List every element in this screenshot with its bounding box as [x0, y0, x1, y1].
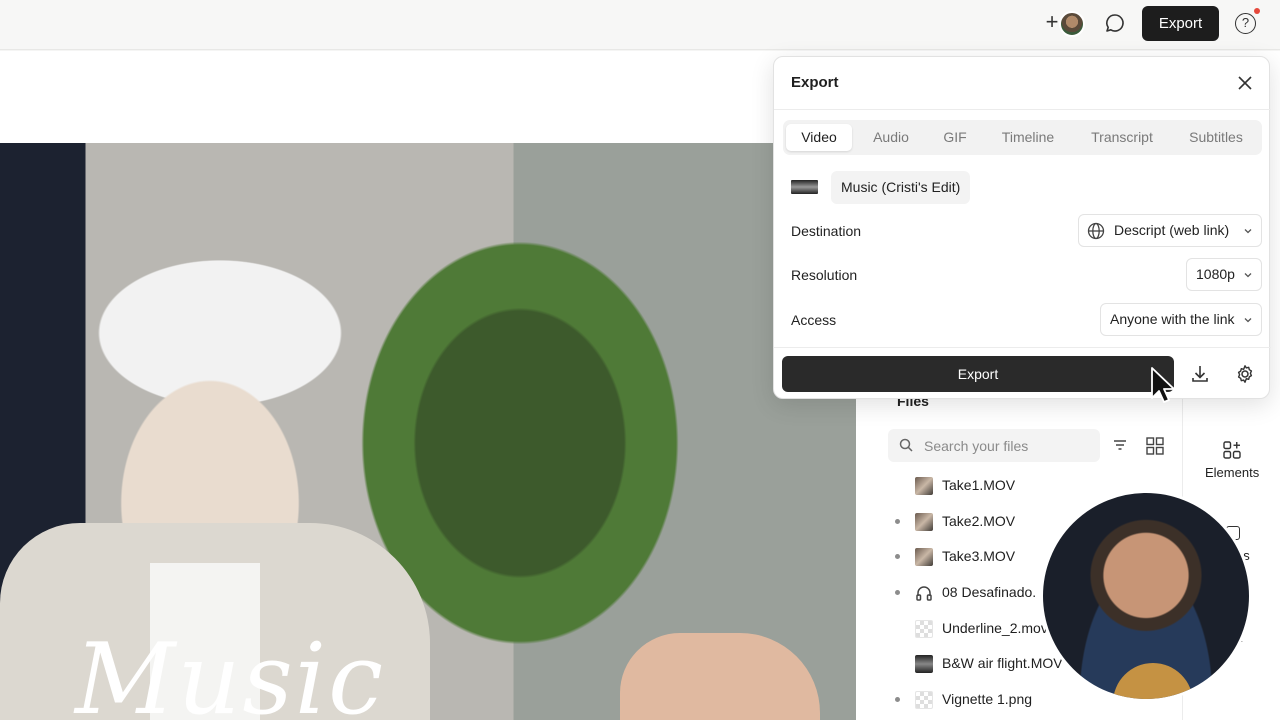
access-label: Access	[791, 312, 837, 328]
canvas-top-area	[0, 51, 856, 143]
dialog-export-button[interactable]: Export	[782, 356, 1174, 392]
grid-view-icon[interactable]	[1146, 437, 1164, 455]
access-value: Anyone with the link	[1110, 311, 1235, 327]
gear-icon[interactable]	[1235, 364, 1255, 384]
dialog-title: Export	[791, 74, 839, 91]
composition-name[interactable]: Music (Cristi's Edit)	[831, 171, 971, 204]
search-icon	[899, 438, 913, 452]
file-thumbnail	[915, 513, 933, 531]
headphones-icon	[916, 586, 932, 601]
top-bar: + Export ?	[0, 0, 1280, 50]
close-icon[interactable]	[1236, 74, 1254, 92]
file-name: B&W air flight.MOV	[942, 655, 1063, 671]
notification-dot	[1254, 8, 1260, 14]
chevron-down-icon	[1244, 273, 1252, 278]
file-name: Vignette 1.png	[942, 691, 1033, 707]
file-thumbnail	[915, 691, 933, 709]
tab-subtitles[interactable]: Subtitles	[1175, 124, 1257, 151]
divider	[774, 109, 1271, 110]
filter-icon[interactable]	[1113, 438, 1127, 452]
webcam-shirt	[1113, 663, 1193, 699]
tab-gif[interactable]: GIF	[930, 124, 980, 151]
file-name: 08 Desafinado.	[942, 584, 1037, 600]
mouse-cursor-icon	[1151, 367, 1175, 403]
export-button[interactable]: Export	[1142, 6, 1219, 41]
video-subject-hand	[620, 633, 820, 720]
destination-select[interactable]: Descript (web link)	[1078, 214, 1262, 247]
unused-dot	[895, 519, 900, 524]
file-thumbnail	[915, 548, 933, 566]
files-search-input[interactable]: Search your files	[888, 429, 1100, 462]
avatar[interactable]	[1059, 11, 1085, 37]
elements-icon[interactable]	[1223, 441, 1241, 459]
file-name: Take3.MOV	[942, 548, 1016, 564]
download-icon[interactable]	[1190, 364, 1210, 384]
webcam-overlay	[1040, 490, 1252, 702]
file-thumbnail	[915, 620, 933, 638]
file-thumbnail	[915, 655, 933, 673]
access-select[interactable]: Anyone with the link	[1100, 303, 1262, 336]
resolution-select[interactable]: 1080p	[1186, 258, 1262, 291]
file-name: Take2.MOV	[942, 513, 1016, 529]
search-placeholder: Search your files	[924, 438, 1029, 454]
help-icon[interactable]: ?	[1235, 13, 1256, 34]
tab-audio[interactable]: Audio	[860, 124, 922, 151]
resolution-value: 1080p	[1196, 266, 1235, 282]
export-dialog: Export Video Audio GIF Timeline Transcri…	[773, 56, 1271, 399]
composition-thumbnail	[791, 180, 818, 194]
divider	[774, 347, 1271, 348]
comment-icon[interactable]	[1104, 12, 1126, 34]
chevron-down-icon	[1244, 318, 1252, 323]
tab-transcript[interactable]: Transcript	[1077, 124, 1167, 151]
globe-icon	[1087, 222, 1105, 240]
unused-dot	[895, 554, 900, 559]
video-caption: Music	[75, 623, 385, 720]
file-name: Underline_2.mov	[942, 620, 1048, 636]
tab-video[interactable]: Video	[786, 124, 852, 151]
unused-dot	[895, 590, 900, 595]
tab-timeline[interactable]: Timeline	[988, 124, 1068, 151]
destination-label: Destination	[791, 223, 862, 239]
elements-label[interactable]: Elements	[1205, 465, 1259, 480]
destination-value: Descript (web link)	[1114, 222, 1230, 238]
export-tabs: Video Audio GIF Timeline Transcript Subt…	[783, 120, 1262, 155]
file-name: Take1.MOV	[942, 477, 1016, 493]
resolution-label: Resolution	[791, 267, 858, 283]
unused-dot	[895, 697, 900, 702]
video-preview[interactable]: Music	[0, 143, 856, 720]
chevron-down-icon	[1244, 229, 1252, 234]
file-thumbnail	[915, 477, 933, 495]
